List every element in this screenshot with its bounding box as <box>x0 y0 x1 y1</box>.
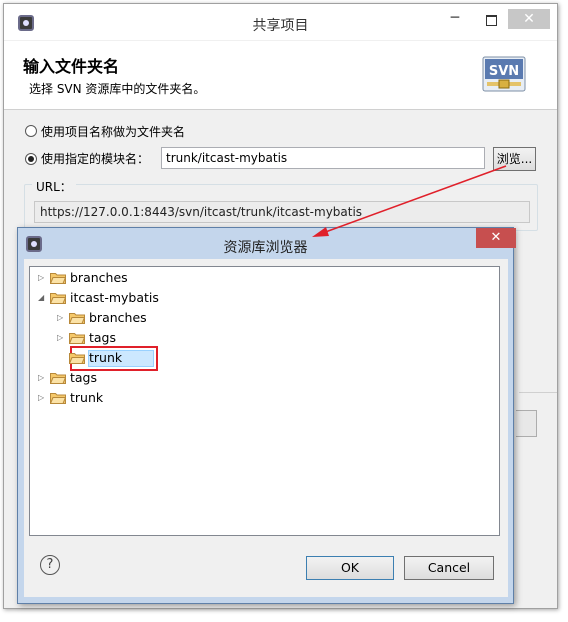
collapsed-arrow-icon[interactable]: ▷ <box>38 369 46 387</box>
dialog-title: 资源库浏览器 <box>223 240 308 256</box>
tree-node-label: branches <box>70 270 128 285</box>
title-bar: 共享项目 ─ ✕ <box>4 4 557 40</box>
collapsed-arrow-icon[interactable]: ▷ <box>57 329 65 347</box>
collapsed-arrow-icon[interactable]: ▷ <box>57 309 65 327</box>
maximize-icon <box>485 15 497 26</box>
folder-icon <box>50 393 66 404</box>
expanded-arrow-icon[interactable]: ◢ <box>38 289 46 307</box>
tree-node[interactable]: ▷ branches <box>38 269 238 287</box>
tree-node-label: tags <box>70 370 98 385</box>
collapsed-arrow-icon[interactable]: ▷ <box>38 269 46 287</box>
module-name-input[interactable]: trunk/itcast-mybatis <box>161 147 485 169</box>
browse-button[interactable]: 浏览... <box>493 147 536 171</box>
tree-node-label: itcast-mybatis <box>70 290 159 305</box>
folder-icon <box>69 333 85 344</box>
url-field: https://127.0.0.1:8443/svn/itcast/trunk/… <box>34 201 530 223</box>
tree-node[interactable]: trunk <box>57 349 257 367</box>
folder-icon <box>69 313 85 324</box>
tree-node[interactable]: ▷ tags <box>57 329 257 347</box>
repository-tree[interactable]: ▷ branches ◢ itcast-mybatis ▷ branches ▷ tags tr… <box>29 266 500 536</box>
header-description: 选择 SVN 资源库中的文件夹名。 <box>29 82 206 96</box>
tree-node[interactable]: ▷ tags <box>38 369 238 387</box>
folder-icon <box>50 273 66 284</box>
dialog-close-button[interactable]: ✕ <box>476 228 516 248</box>
folder-icon <box>50 293 66 304</box>
url-label: URL： <box>32 178 76 195</box>
dialog-client-area: ▷ branches ◢ itcast-mybatis ▷ branches ▷ tags tr… <box>24 259 508 597</box>
tree-node-label: tags <box>89 330 117 345</box>
tree-node-label: trunk <box>70 390 104 405</box>
maximize-button[interactable] <box>479 9 503 29</box>
wizard-header: 输入文件夹名 选择 SVN 资源库中的文件夹名。 SVN <box>4 41 557 110</box>
tree-node-label: trunk <box>89 350 123 365</box>
header-title: 输入文件夹名 <box>23 57 120 76</box>
tree-node[interactable]: ◢ itcast-mybatis <box>38 289 238 307</box>
collapsed-arrow-icon[interactable]: ▷ <box>38 389 46 407</box>
tree-node[interactable]: ▷ trunk <box>38 389 238 407</box>
separator <box>519 392 557 393</box>
use-module-name-radio[interactable] <box>25 153 37 165</box>
svn-logo-text: SVN <box>489 64 519 79</box>
tree-node-label: branches <box>89 310 147 325</box>
close-button[interactable]: ✕ <box>508 9 550 29</box>
tree-node[interactable]: ▷ branches <box>57 309 257 327</box>
minimize-button[interactable]: ─ <box>443 9 467 29</box>
folder-icon <box>69 353 85 364</box>
folder-icon <box>50 373 66 384</box>
hidden-wizard-button[interactable] <box>516 410 537 437</box>
window-title: 共享项目 <box>252 18 309 34</box>
use-project-name-radio[interactable] <box>25 125 37 137</box>
help-icon[interactable]: ? <box>40 555 60 575</box>
use-module-name-label: 使用指定的模块名： <box>41 152 150 166</box>
cancel-button[interactable]: Cancel <box>404 556 494 580</box>
svn-logo-icon: SVN <box>482 56 526 92</box>
use-project-name-label: 使用项目名称做为文件夹名 <box>41 125 186 139</box>
repository-browser-dialog: 资源库浏览器 ✕ ▷ branches ◢ itcast-mybatis ▷ branch… <box>17 227 516 604</box>
ok-button[interactable]: OK <box>306 556 394 580</box>
